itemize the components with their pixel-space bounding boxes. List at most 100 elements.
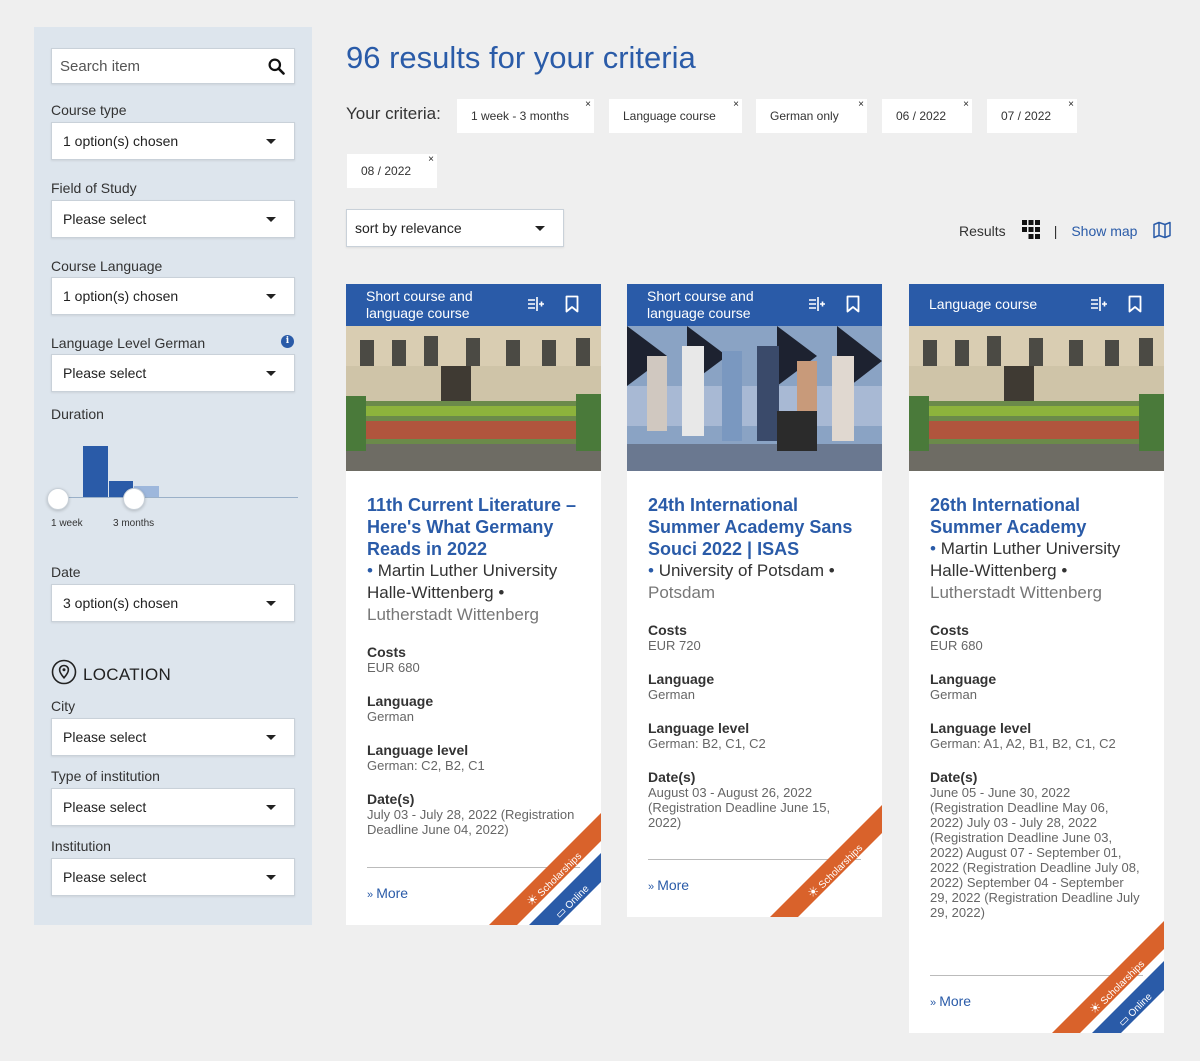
- course-city: Potsdam: [648, 583, 716, 602]
- more-link[interactable]: » More: [930, 993, 971, 1009]
- double-chevron-icon: »: [367, 889, 377, 901]
- institution-type-select[interactable]: Please select: [51, 788, 295, 826]
- duration-max-handle[interactable]: [123, 488, 145, 510]
- criteria-chip: German only ×: [756, 99, 867, 133]
- bookmark-icon[interactable]: [565, 295, 579, 317]
- compare-icon[interactable]: [527, 296, 545, 316]
- criteria-label: Your criteria:: [346, 104, 441, 123]
- info-icon[interactable]: i: [281, 335, 294, 348]
- close-icon[interactable]: ×: [1068, 88, 1074, 122]
- more-link[interactable]: » More: [367, 885, 408, 901]
- criteria-chip: 06 / 2022 ×: [882, 99, 972, 133]
- offer-ribbon: ☀ Scholarships: [770, 805, 882, 917]
- course-title-link[interactable]: 11th Current Literature – Here's What Ge…: [367, 494, 581, 560]
- course-language-select[interactable]: 1 option(s) chosen: [51, 277, 295, 315]
- costs-value: EUR 720: [648, 638, 701, 653]
- institution-name: Martin Luther University Halle-Wittenber…: [367, 561, 558, 602]
- results-label: Results: [959, 223, 1006, 239]
- course-institution: • University of Potsdam •: [648, 561, 835, 580]
- field-of-study-select[interactable]: Please select: [51, 200, 295, 238]
- view-toolbar: Results | Show map: [959, 220, 1172, 242]
- language-block: Language German: [648, 672, 862, 703]
- compare-icon[interactable]: [808, 296, 826, 316]
- dates-label: Date(s): [367, 791, 415, 807]
- chip-label: Language course: [623, 109, 716, 123]
- course-type-value: 1 option(s) chosen: [63, 133, 179, 149]
- duration-min-handle[interactable]: [47, 488, 69, 510]
- level-label: Language level: [367, 742, 469, 758]
- language-block: Language German: [930, 671, 1144, 703]
- more-link[interactable]: » More: [648, 877, 689, 893]
- criteria-chip: 08 / 2022 ×: [347, 154, 437, 188]
- course-card: Short course and language course 11th Cu…: [346, 284, 601, 925]
- course-institution: • Martin Luther University Halle-Wittenb…: [367, 561, 558, 602]
- close-icon[interactable]: ×: [733, 88, 739, 122]
- course-type-select[interactable]: 1 option(s) chosen: [51, 122, 295, 160]
- course-type-header: Language course: [909, 284, 1164, 326]
- bookmark-icon[interactable]: [846, 295, 860, 317]
- more-label: More: [657, 877, 690, 893]
- language-level-select[interactable]: Please select: [51, 354, 295, 392]
- chip-label: 06 / 2022: [896, 109, 947, 123]
- chevron-down-icon: [266, 735, 276, 740]
- language-level-value: Please select: [63, 365, 147, 381]
- course-title-link[interactable]: 26th International Summer Academy: [930, 494, 1144, 538]
- course-city: Lutherstadt Wittenberg: [930, 583, 1102, 602]
- costs-label: Costs: [367, 644, 406, 660]
- search-icon[interactable]: [268, 58, 285, 80]
- date-label: Date: [51, 564, 81, 580]
- search-box: [51, 48, 295, 84]
- language-value: German: [930, 687, 977, 702]
- costs-label: Costs: [930, 622, 969, 638]
- sort-value: sort by relevance: [355, 220, 462, 236]
- chevron-down-icon: [266, 139, 276, 144]
- course-photo: [909, 326, 1164, 471]
- offer-ribbon: ☀ Scholarships ▭ Online: [489, 813, 601, 925]
- institution-select[interactable]: Please select: [51, 858, 295, 896]
- bookmark-icon[interactable]: [1128, 295, 1142, 317]
- map-icon[interactable]: [1153, 221, 1172, 242]
- show-map-link[interactable]: Show map: [1071, 223, 1137, 239]
- costs-block: Costs EUR 720: [648, 623, 862, 654]
- course-type-label: Course type: [51, 102, 127, 118]
- level-block: Language level German: B2, C1, C2: [648, 721, 862, 752]
- more-label: More: [939, 993, 972, 1009]
- location-heading-text: LOCATION: [83, 664, 172, 684]
- sort-select[interactable]: sort by relevance: [346, 209, 564, 247]
- level-block: Language level German: A1, A2, B1, B2, C…: [930, 720, 1144, 752]
- close-icon[interactable]: ×: [585, 88, 591, 122]
- results-title: 96 results for your criteria: [346, 40, 696, 75]
- grid-view-icon[interactable]: [1021, 220, 1040, 242]
- city-select[interactable]: Please select: [51, 718, 295, 756]
- language-label: Language: [930, 671, 997, 687]
- language-value: German: [648, 687, 695, 702]
- bullet-icon: •: [648, 561, 659, 580]
- institution-label: Institution: [51, 838, 111, 854]
- date-select[interactable]: 3 option(s) chosen: [51, 584, 295, 622]
- level-label: Language level: [930, 720, 1032, 736]
- close-icon[interactable]: ×: [963, 88, 969, 122]
- language-level-label: Language Level German: [51, 335, 206, 351]
- dates-block: Date(s) June 05 - June 30, 2022 (Registr…: [930, 770, 1144, 921]
- close-icon[interactable]: ×: [428, 143, 434, 177]
- language-value: German: [367, 709, 414, 724]
- compare-icon[interactable]: [1090, 296, 1108, 316]
- close-icon[interactable]: ×: [858, 88, 864, 122]
- histogram-axis: [50, 497, 298, 498]
- course-card-body: 11th Current Literature – Here's What Ge…: [346, 471, 601, 837]
- search-input[interactable]: [52, 49, 252, 83]
- course-photo: [627, 326, 882, 471]
- chevron-down-icon: [266, 875, 276, 880]
- course-card-body: 24th International Summer Academy Sans S…: [627, 471, 882, 830]
- course-institution: • Martin Luther University Halle-Wittenb…: [930, 539, 1121, 580]
- chevron-down-icon: [266, 217, 276, 222]
- field-of-study-value: Please select: [63, 211, 147, 227]
- institution-value: Please select: [63, 869, 147, 885]
- toolbar-separator: |: [1053, 223, 1058, 239]
- course-title-link[interactable]: 24th International Summer Academy Sans S…: [648, 494, 862, 560]
- language-block: Language German: [367, 694, 581, 725]
- institution-name: University of Potsdam: [658, 561, 825, 580]
- level-value: German: B2, C1, C2: [648, 736, 766, 751]
- location-heading: LOCATION: [51, 659, 171, 690]
- course-card: Language course 26th International Summe…: [909, 284, 1164, 1033]
